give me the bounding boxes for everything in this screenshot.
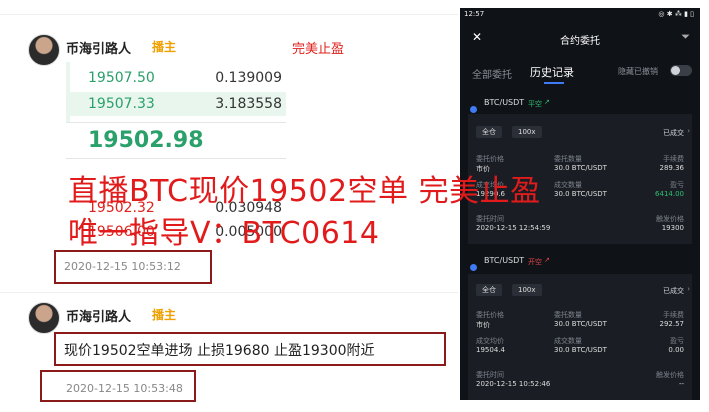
orderbook-row: 19507.33 3.183558 [66, 92, 286, 116]
leverage-pill: 100x [512, 126, 542, 138]
field-label: 委托数量 [554, 311, 582, 319]
tab-all-orders[interactable]: 全部委托 [472, 66, 512, 81]
field-value: 市价 [476, 321, 490, 329]
chevron-right-icon: › [687, 127, 690, 135]
order-card[interactable]: 全仓 100x 已成交 › 委托价格 市价 委托数量 30.0 BTC/USDT… [468, 274, 692, 400]
avatar[interactable] [28, 34, 60, 66]
promo-overlay-line-1: 直播BTC现价19502空单 完美止盈 [68, 174, 541, 209]
timestamp: 2020-12-15 10:53:48 [66, 382, 183, 395]
ask-qty: 3.183558 [215, 96, 282, 112]
field-label: 盈亏 [670, 337, 684, 345]
field-label: 委托价格 [476, 155, 504, 163]
link-arrow-icon: ↗ [544, 98, 550, 106]
field-value: -- [678, 380, 684, 388]
message-text: 现价19502空单进场 止损19680 止盈19300附近 [64, 343, 375, 359]
filter-icon[interactable]: ⏷ [681, 30, 690, 44]
tab-indicator [544, 82, 564, 84]
margin-mode-pill: 全仓 [476, 126, 502, 138]
field-label: 委托时间 [476, 215, 504, 223]
hide-cancelled-toggle[interactable] [670, 65, 692, 76]
avatar[interactable] [28, 302, 60, 334]
field-label: 委托数量 [554, 155, 582, 163]
link-arrow-icon: ↗ [544, 256, 550, 264]
field-value: 30.0 BTC/USDT [554, 164, 607, 172]
order-status: 已成交 [663, 287, 684, 295]
field-label: 委托价格 [476, 311, 504, 319]
leverage-pill: 100x [512, 284, 542, 296]
margin-mode-pill: 全仓 [476, 284, 502, 296]
timestamp-box: 2020-12-15 10:53:48 [40, 370, 196, 402]
field-value: 30.0 BTC/USDT [554, 320, 607, 328]
field-label: 成交数量 [554, 337, 582, 345]
message-box: 现价19502空单进场 止损19680 止盈19300附近 [54, 332, 446, 366]
field-label: 手续费 [663, 311, 684, 319]
order-pair: BTC/USDT [484, 98, 525, 107]
field-value: 289.36 [659, 164, 685, 172]
field-value: 30.0 BTC/USDT [554, 190, 607, 198]
field-value: 19300 [661, 224, 684, 232]
order-direction-tag: 开空 [528, 258, 542, 266]
username[interactable]: 币海引路人 [66, 38, 131, 57]
last-price: 19502.98 [88, 128, 204, 153]
close-icon[interactable]: ✕ [472, 30, 482, 44]
field-label: 触发价格 [656, 371, 684, 379]
role-badge: 播主 [152, 40, 177, 54]
top-divider [0, 14, 458, 15]
page-title: 合约委托 [560, 36, 600, 47]
ask-price: 19507.50 [88, 70, 155, 86]
ask-price: 19507.33 [88, 96, 155, 112]
field-label: 委托时间 [476, 371, 504, 379]
field-label: 触发价格 [656, 215, 684, 223]
perfect-take-profit-label: 完美止盈 [292, 42, 345, 57]
pnl-value: 6414.00 [655, 190, 684, 198]
status-time: 12:57 [464, 10, 485, 18]
field-label: 手续费 [663, 155, 684, 163]
field-label: 成交数量 [554, 181, 582, 189]
promo-overlay-line-2: 唯一指导V：BTC0614 [68, 216, 380, 251]
field-value: 19504.4 [476, 346, 505, 354]
post-divider [0, 292, 458, 293]
order-status: 已成交 [663, 129, 684, 137]
status-icons: ◎ ✱ ⁂ ▮ ▯ [658, 10, 694, 18]
field-label: 成交均价 [476, 337, 504, 345]
field-value: 30.0 BTC/USDT [554, 346, 607, 354]
pnl-value: 0.00 [668, 346, 684, 354]
timestamp: 2020-12-15 10:53:12 [64, 260, 181, 273]
username[interactable]: 币海引路人 [66, 306, 131, 325]
chevron-right-icon: › [687, 285, 690, 293]
hide-cancelled-label: 隐藏已撤销 [618, 67, 658, 76]
field-value: 2020-12-15 12:54:59 [476, 224, 551, 232]
role-badge: 播主 [152, 308, 177, 322]
tab-history[interactable]: 历史记录 [530, 64, 574, 80]
field-value: 292.57 [659, 320, 685, 328]
ask-qty: 0.139009 [215, 70, 282, 86]
timestamp-box: 2020-12-15 10:53:12 [54, 250, 212, 284]
field-label: 盈亏 [670, 181, 684, 189]
order-direction-tag: 平空 [528, 100, 542, 108]
order-pair: BTC/USDT [484, 256, 525, 265]
field-value: 2020-12-15 10:52:46 [476, 380, 551, 388]
orderbook-row: 19507.50 0.139009 [66, 66, 286, 90]
